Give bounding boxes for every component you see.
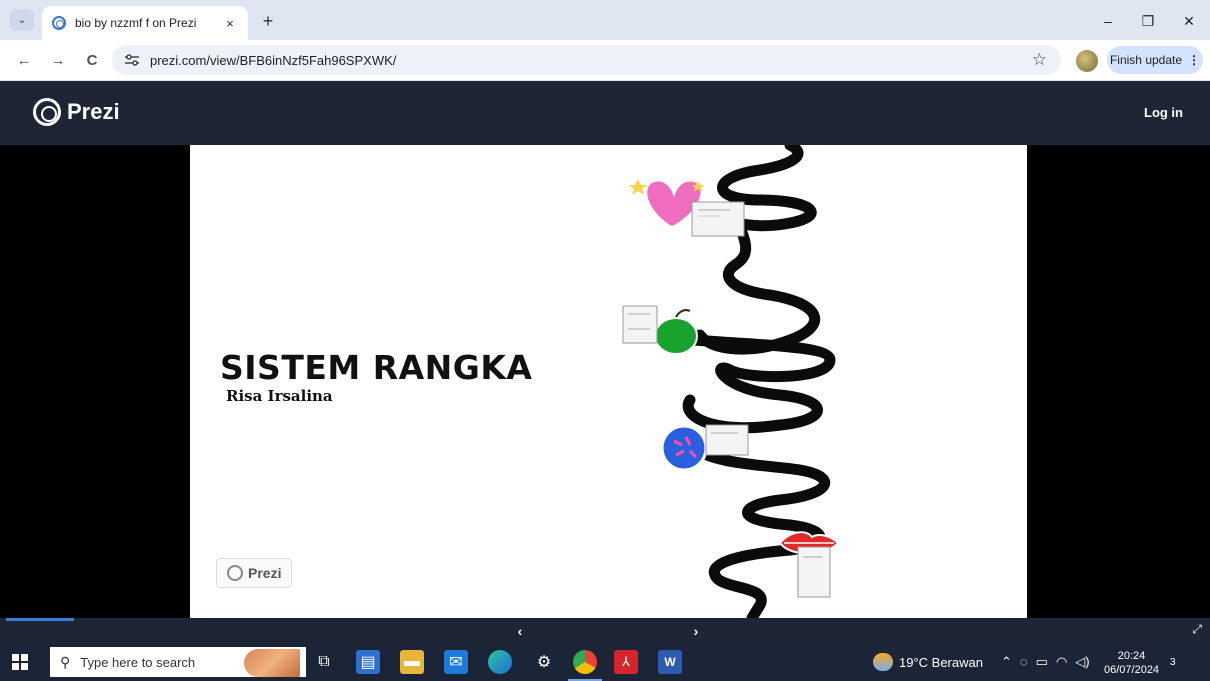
slide-subtitle: Risa Irsalina bbox=[226, 387, 333, 405]
task-view-icon[interactable]: ⧉ bbox=[312, 650, 336, 674]
viewer-controls: ‹ › ⤢ bbox=[0, 618, 1210, 643]
mail-icon[interactable]: ✉ bbox=[444, 650, 468, 674]
edge-icon[interactable] bbox=[488, 650, 512, 674]
back-button[interactable]: ← bbox=[12, 48, 36, 72]
taskbar-search-box[interactable]: ⚲ Type here to search bbox=[50, 647, 306, 677]
windows-taskbar: ⚲ Type here to search ⧉ ▤ ▬ ✉ ⚙ ⅄ W 19°C… bbox=[0, 643, 1210, 681]
progress-bar bbox=[6, 618, 74, 621]
store-icon[interactable]: ▤ bbox=[356, 650, 380, 674]
note-card bbox=[691, 201, 745, 237]
url-text[interactable]: prezi.com/view/BFB6inNzf5Fah96SPXWK/ bbox=[150, 53, 396, 68]
show-hidden-icons-icon[interactable]: ⌃ bbox=[1001, 654, 1012, 670]
site-info-icon[interactable] bbox=[124, 53, 140, 67]
settings-gear-icon[interactable]: ⚙ bbox=[532, 650, 556, 674]
presentation-viewer: SISTEM RANGKA Risa Irsalina Prezi bbox=[0, 145, 1210, 618]
fullscreen-icon[interactable]: ⤢ bbox=[1192, 622, 1202, 637]
clock[interactable]: 20:24 06/07/2024 bbox=[1104, 649, 1159, 677]
battery-icon[interactable]: ▭ bbox=[1036, 654, 1048, 670]
chrome-icon[interactable] bbox=[573, 650, 597, 674]
prezi-watermark-badge[interactable]: Prezi bbox=[216, 558, 293, 588]
slide-title: SISTEM RANGKA bbox=[220, 348, 533, 387]
prezi-logo[interactable]: Prezi bbox=[33, 98, 120, 126]
minimize-button[interactable]: – bbox=[1093, 9, 1123, 33]
close-window-button[interactable]: ✕ bbox=[1174, 9, 1204, 33]
tab-close-icon[interactable]: × bbox=[222, 16, 238, 31]
finish-update-button[interactable]: Finish update ⋮ bbox=[1107, 46, 1203, 74]
next-step-button[interactable]: › bbox=[686, 622, 706, 640]
acrobat-icon[interactable]: ⅄ bbox=[614, 650, 638, 674]
weather-text: 19°C Berawan bbox=[899, 654, 983, 670]
more-menu-icon: ⋮ bbox=[1188, 53, 1201, 67]
slide-canvas[interactable]: SISTEM RANGKA Risa Irsalina Prezi bbox=[190, 145, 1027, 618]
notification-count: 3 bbox=[1170, 657, 1176, 668]
note-card bbox=[797, 546, 831, 598]
search-highlight-graphic bbox=[244, 649, 300, 677]
prezi-badge-label: Prezi bbox=[248, 565, 282, 581]
notification-icon[interactable]: 3 bbox=[1170, 653, 1190, 671]
volume-icon[interactable]: ◁) bbox=[1075, 654, 1089, 670]
finish-update-label: Finish update bbox=[1109, 53, 1183, 67]
apple-sticker bbox=[654, 309, 698, 355]
prezi-header: Prezi Log in bbox=[0, 81, 1210, 145]
login-link[interactable]: Log in bbox=[1144, 105, 1183, 120]
clock-date: 06/07/2024 bbox=[1104, 664, 1160, 676]
weather-widget[interactable]: 19°C Berawan bbox=[873, 653, 983, 671]
prezi-favicon-icon bbox=[52, 16, 66, 30]
windows-start-icon[interactable] bbox=[12, 654, 28, 670]
weather-cloud-icon bbox=[873, 653, 893, 671]
prezi-logo-text: Prezi bbox=[67, 99, 120, 124]
prezi-badge-icon bbox=[227, 565, 243, 581]
new-tab-button[interactable]: + bbox=[257, 10, 279, 32]
reload-button[interactable]: C bbox=[80, 48, 104, 72]
restore-button[interactable]: ❐ bbox=[1133, 9, 1163, 33]
previous-step-button[interactable]: ‹ bbox=[510, 622, 530, 640]
note-card bbox=[622, 305, 658, 344]
profile-avatar[interactable] bbox=[1076, 50, 1098, 72]
prezi-logo-icon bbox=[33, 98, 61, 126]
browser-toolbar: ← → C prezi.com/view/BFB6inNzf5Fah96SPXW… bbox=[0, 40, 1210, 81]
active-tab[interactable]: bio by nzzmf f on Prezi × bbox=[42, 6, 248, 40]
note-card bbox=[705, 424, 749, 456]
meet-now-icon[interactable]: ◌ bbox=[1020, 654, 1028, 670]
forward-button[interactable]: → bbox=[46, 48, 70, 72]
system-tray[interactable]: ⌃ ◌ ▭ ◠ ◁) bbox=[1001, 654, 1090, 670]
word-icon[interactable]: W bbox=[658, 650, 682, 674]
wifi-icon[interactable]: ◠ bbox=[1056, 654, 1067, 670]
file-explorer-icon[interactable]: ▬ bbox=[400, 650, 424, 674]
tab-title: bio by nzzmf f on Prezi bbox=[75, 16, 197, 30]
clock-time: 20:24 bbox=[1117, 650, 1146, 662]
bookmark-star-icon[interactable]: ☆ bbox=[1032, 50, 1047, 70]
search-placeholder: Type here to search bbox=[80, 654, 196, 670]
search-icon: ⚲ bbox=[60, 653, 71, 670]
cell-sticker bbox=[660, 424, 708, 472]
address-bar[interactable]: prezi.com/view/BFB6inNzf5Fah96SPXWK/ ☆ bbox=[112, 45, 1061, 75]
tab-search-button[interactable]: ⌄ bbox=[10, 9, 34, 31]
tab-strip: ⌄ bio by nzzmf f on Prezi × + – ❐ ✕ bbox=[0, 0, 1210, 40]
